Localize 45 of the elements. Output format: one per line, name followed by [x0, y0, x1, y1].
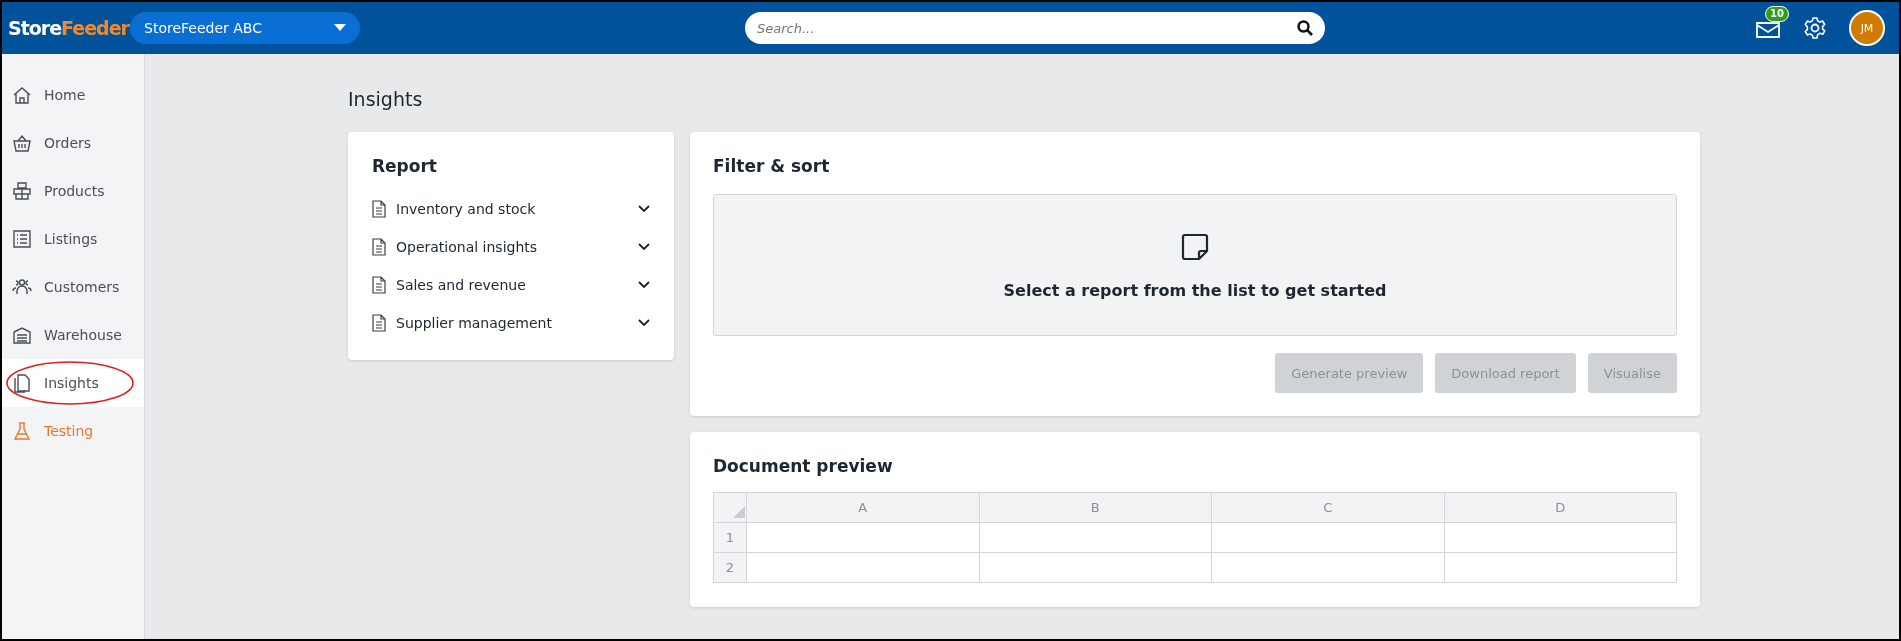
basket-icon [12, 133, 32, 153]
pages-icon [12, 373, 32, 393]
settings-icon[interactable] [1803, 16, 1827, 40]
sidebar-item[interactable]: Orders [2, 119, 144, 167]
card-title: Filter & sort [713, 156, 831, 176]
warehouse-icon [12, 325, 32, 345]
report-category[interactable]: Inventory and stock [372, 190, 650, 228]
sidebar-item[interactable]: Customers [2, 263, 144, 311]
sidebar-item[interactable]: Products [2, 167, 144, 215]
empty-message: Select a report from the list to get started [1003, 280, 1387, 300]
chevron-icon [638, 281, 650, 289]
column-header: B [979, 492, 1212, 523]
document-icon [372, 238, 386, 256]
row-header: 2 [713, 552, 747, 583]
caret-icon [334, 24, 346, 32]
boxes-icon [12, 181, 32, 201]
chevron-icon [638, 319, 650, 327]
chevron-icon [638, 243, 650, 251]
document-icon [372, 314, 386, 332]
column-header: D [1444, 492, 1677, 523]
report-category[interactable]: Supplier management [372, 304, 650, 342]
report-category[interactable]: Operational insights [372, 228, 650, 266]
column-header: C [1211, 492, 1444, 523]
logo[interactable]: StoreFeeder [8, 17, 130, 39]
card-title: Document preview [713, 456, 894, 476]
document-icon [372, 200, 386, 218]
notification-badge: 10 [1765, 6, 1789, 22]
sidebar-item[interactable]: Warehouse [2, 311, 144, 359]
sidebar-item[interactable]: Listings [2, 215, 144, 263]
document-icon [372, 276, 386, 294]
search-icon [1297, 20, 1313, 36]
page-title: Insights [348, 88, 424, 110]
list-icon [12, 229, 32, 249]
sidebar-item[interactable]: Home [2, 71, 144, 119]
chevron-icon [638, 205, 650, 213]
search-field[interactable]: Search... [745, 12, 1325, 44]
people-icon [12, 277, 32, 297]
sidebar-item[interactable]: Insights [2, 359, 144, 407]
column-header: A [746, 492, 979, 523]
store-selector[interactable]: StoreFeeder ABC [130, 12, 360, 44]
row-header: 1 [713, 522, 747, 553]
house-icon [12, 85, 32, 105]
flask-icon [12, 421, 32, 441]
report-category[interactable]: Sales and revenue [372, 266, 650, 304]
card-title: Report [372, 156, 438, 176]
